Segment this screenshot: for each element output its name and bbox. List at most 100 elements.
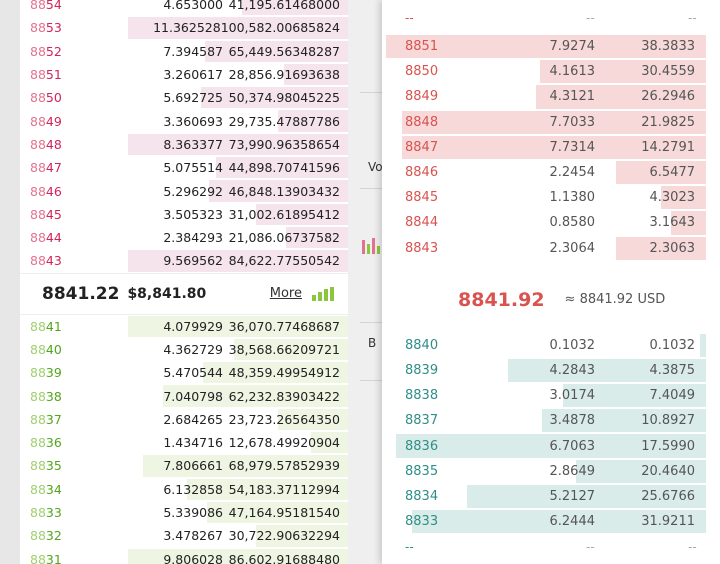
left-asks-list: 8854 4.653000 41,195.61468000 8853 11.362528… [20,0,348,273]
depth-bar [699,333,706,357]
right-bid-row[interactable]: 8837 3.4878 10.8927 [382,408,720,433]
row-amount: 3.4878 [549,413,596,429]
left-ask-row[interactable]: 8846 5.296292 46,848.13903432 [20,179,348,202]
row-amount: 6.2444 [549,514,596,530]
left-bid-row[interactable]: 8832 3.478267 30,722.90632294 [20,524,348,547]
row-amount: 5.296292 [163,183,224,199]
row-price: 8843 [30,253,62,269]
row-total: 23,723.26564350 [228,411,340,427]
row-amount: 2.8649 [549,463,596,479]
right-bid-row[interactable]: 8835 2.8649 20.4640 [382,459,720,484]
placeholder-price: -- [405,540,414,555]
row-price: 8854 [30,0,62,13]
row-price: 8844 [30,230,62,246]
left-ask-row[interactable]: 8843 9.569562 84,622.77550542 [20,249,348,272]
right-ask-row[interactable]: 8848 7.7033 21.9825 [382,110,720,135]
row-price: 8847 [405,139,439,155]
left-last-price: 8841.22 [42,283,120,304]
left-bid-row[interactable]: 8835 7.806661 68,979.57852939 [20,454,348,477]
left-bid-row[interactable]: 8838 7.040798 62,232.83903422 [20,384,348,407]
row-price: 8835 [405,463,439,479]
row-amount: 5.339086 [163,505,224,521]
row-price: 8844 [405,215,439,231]
row-amount: 4.2843 [549,362,596,378]
row-price: 8849 [30,113,62,129]
row-price: 8851 [405,39,439,55]
signal-bars-icon[interactable] [312,286,336,301]
right-ask-row[interactable]: 8849 4.3121 26.2946 [382,84,720,109]
row-price: 8834 [30,481,62,497]
right-bid-row[interactable]: 8840 0.1032 0.1032 [382,333,720,358]
left-bid-row[interactable]: 8833 5.339086 47,164.95181540 [20,501,348,524]
row-amount: 11.362528 [153,20,221,36]
left-ask-row[interactable]: 8852 7.394587 65,449.56348287 [20,40,348,63]
row-price: 8837 [30,411,62,427]
right-bid-row[interactable]: 8836 6.7063 17.5990 [382,433,720,458]
right-ask-row[interactable]: 8847 7.7314 14.2791 [382,135,720,160]
row-amount: 2.3064 [549,240,596,256]
row-amount: 5.2127 [549,488,596,504]
left-ask-row[interactable]: 8849 3.360693 29,735.47887786 [20,109,348,132]
left-bid-row[interactable]: 8839 5.470544 48,359.49954912 [20,361,348,384]
row-total: 44,898.70741596 [228,160,340,176]
left-ask-row[interactable]: 8844 2.384293 21,086.06737582 [20,226,348,249]
row-amount: 0.1032 [549,337,596,353]
placeholder-amount: -- [586,11,595,25]
row-amount: 9.806028 [163,551,224,564]
strip-b-label: B [368,336,377,350]
left-bid-row[interactable]: 8837 2.684265 23,723.26564350 [20,408,348,431]
row-total: 86,602.91688480 [228,551,340,564]
background-strip: Vo B [348,0,383,564]
left-bid-row[interactable]: 8841 4.079929 36,070.77468687 [20,315,348,338]
row-price: 8838 [30,388,62,404]
left-bid-row[interactable]: 8836 1.434716 12,678.49920904 [20,431,348,454]
right-ask-row[interactable]: 8851 7.9274 38.3833 [382,34,720,59]
row-total: 54,183.37112994 [228,481,340,497]
placeholder-total: -- [688,11,697,25]
left-ask-row[interactable]: 8845 3.505323 31,002.61895412 [20,203,348,226]
left-ask-row[interactable]: 8851 3.260617 28,856.91693638 [20,63,348,86]
left-ask-row[interactable]: 8847 5.075514 44,898.70741596 [20,156,348,179]
right-bid-row[interactable]: 8838 3.0174 7.4049 [382,383,720,408]
row-total: 4.3023 [649,190,696,206]
row-amount: 7.394587 [163,43,224,59]
right-asks-list: 8851 7.9274 38.3833 8850 4.1613 30.4559 8849 4.… [382,34,720,261]
row-total: 100,582.00685824 [220,20,340,36]
right-bids-list: 8840 0.1032 0.1032 8839 4.2843 4.3875 8838 3.01… [382,333,720,535]
right-ask-row[interactable]: 8846 2.2454 6.5477 [382,160,720,185]
more-link[interactable]: More [270,286,302,301]
left-bid-row[interactable]: 8840 4.362729 38,568.66209721 [20,338,348,361]
right-bid-row[interactable]: 8839 4.2843 4.3875 [382,358,720,383]
right-bid-row[interactable]: 8834 5.2127 25.6766 [382,484,720,509]
row-amount: 3.360693 [163,113,224,129]
left-bid-row[interactable]: 8831 9.806028 86,602.91688480 [20,548,348,564]
left-ask-row[interactable]: 8848 8.363377 73,990.96358654 [20,133,348,156]
right-ask-row[interactable]: 8844 0.8580 3.1643 [382,210,720,235]
right-ask-row[interactable]: 8850 4.1613 30.4559 [382,59,720,84]
right-bid-row[interactable]: 8833 6.2444 31.9211 [382,509,720,534]
right-ask-row[interactable]: 8843 2.3064 2.3063 [382,236,720,261]
row-price: 8837 [405,413,439,429]
row-total: 20.4640 [641,463,695,479]
row-total: 31.9211 [641,514,695,530]
row-price: 8833 [405,514,439,530]
right-mid-price-bar: 8841.92 ≈ 8841.92 USD [382,261,720,339]
left-mid-price-bar: 8841.22 $8,841.80 More [20,272,348,315]
row-price: 8848 [405,114,439,130]
right-ask-row[interactable]: 8845 1.1380 4.3023 [382,185,720,210]
row-price: 8846 [405,165,439,181]
left-ask-row[interactable]: 8853 11.362528 100,582.00685824 [20,16,348,39]
row-total: 29,735.47887786 [228,113,340,129]
row-total: 25.6766 [641,488,695,504]
placeholder-amount: -- [586,540,595,555]
row-amount: 3.478267 [163,528,224,544]
left-ask-row[interactable]: 8850 5.692725 50,374.98045225 [20,86,348,109]
row-total: 38,568.66209721 [228,342,340,357]
row-price: 8848 [30,136,62,152]
placeholder-total: -- [688,540,697,555]
left-bid-row[interactable]: 8834 6.132858 54,183.37112994 [20,478,348,501]
row-amount: 0.8580 [549,215,596,231]
row-price: 8839 [405,362,439,378]
row-total: 47,164.95181540 [228,505,340,521]
left-ask-row[interactable]: 8854 4.653000 41,195.61468000 [20,0,348,16]
